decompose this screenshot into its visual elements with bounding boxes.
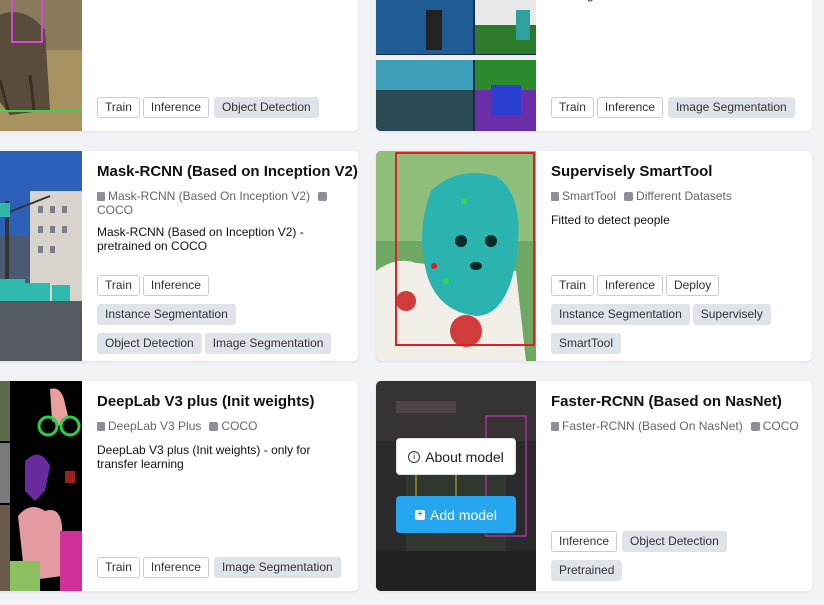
- tag-instance-segmentation[interactable]: Instance Segmentation: [551, 304, 690, 325]
- model-meta: Mask-RCNN (Based On Inception V2) COCO: [97, 189, 347, 217]
- model-card-top-right[interactable]: learning Train Inference Image Segmentat…: [376, 0, 812, 131]
- tag-pretrained[interactable]: Pretrained: [551, 560, 623, 581]
- file-icon: [97, 192, 105, 201]
- model-source-name: Mask-RCNN (Based On Inception V2): [108, 189, 311, 203]
- tag-inference[interactable]: Inference: [142, 97, 209, 118]
- about-model-label: About model: [425, 448, 504, 465]
- dataset-icon: [318, 192, 328, 201]
- tag-list: Train Inference Image Segmentation: [551, 97, 801, 118]
- model-title[interactable]: Mask-RCNN (Based on Inception V2): [97, 163, 358, 180]
- dataset-icon: [624, 192, 634, 201]
- tag-train[interactable]: Train: [97, 275, 140, 296]
- tag-instance-segmentation[interactable]: Instance Segmentation: [97, 304, 236, 325]
- model-title[interactable]: Supervisely SmartTool: [551, 163, 712, 180]
- tag-train[interactable]: Train: [551, 97, 594, 118]
- tag-deploy[interactable]: Deploy: [665, 275, 720, 296]
- file-icon: [551, 192, 559, 201]
- tag-image-segmentation[interactable]: Image Segmentation: [204, 333, 332, 354]
- tag-inference[interactable]: Inference: [596, 97, 663, 118]
- model-source-name: DeepLab V3 Plus: [108, 419, 202, 433]
- file-icon: [551, 422, 559, 431]
- model-meta: DeepLab V3 Plus COCO: [97, 419, 347, 433]
- tag-list: Train Inference Object Detection: [97, 97, 347, 118]
- add-model-label: Add model: [430, 506, 497, 523]
- model-card-top-left[interactable]: Train Inference Object Detection: [0, 0, 358, 131]
- model-thumbnail: [0, 381, 82, 591]
- dataset-icon: [209, 422, 219, 431]
- model-description: DeepLab V3 plus (Init weights) - only fo…: [97, 443, 311, 471]
- tag-inference[interactable]: Inference: [551, 531, 618, 552]
- model-thumbnail: [376, 0, 536, 131]
- tag-inference[interactable]: Inference: [142, 557, 209, 578]
- tag-object-detection[interactable]: Object Detection: [622, 531, 727, 552]
- model-description: Mask-RCNN (Based on Inception V2) - pret…: [97, 225, 304, 253]
- tag-train[interactable]: Train: [97, 97, 140, 118]
- model-meta: SmartTool Different Datasets: [551, 189, 801, 203]
- info-icon: i: [408, 450, 421, 463]
- model-thumbnail: [376, 381, 536, 591]
- tag-list: Train Inference Instance Segmentation Ob…: [97, 275, 347, 354]
- about-model-button[interactable]: i About model: [396, 438, 516, 475]
- model-dataset-name: COCO: [762, 419, 799, 433]
- model-card-smarttool[interactable]: Supervisely SmartTool SmartTool Different…: [376, 151, 812, 361]
- tag-list: Train Inference Image Segmentation: [97, 557, 347, 578]
- add-model-button[interactable]: + Add model: [396, 496, 516, 533]
- model-thumbnail: [0, 0, 82, 131]
- tag-supervisely[interactable]: Supervisely: [692, 304, 771, 325]
- model-card-nasnet[interactable]: i About model + Add model Faster-RCNN (Bas…: [376, 381, 812, 591]
- tag-train[interactable]: Train: [551, 275, 594, 296]
- model-thumbnail: [376, 151, 536, 361]
- model-meta: Faster-RCNN (Based On NasNet) COCO: [551, 419, 801, 433]
- tag-inference[interactable]: Inference: [596, 275, 663, 296]
- model-description: Fitted to detect people: [551, 213, 670, 227]
- file-icon: [97, 422, 105, 431]
- model-dataset-name: COCO: [97, 203, 133, 217]
- model-card-mask-rcnn[interactable]: Mask-RCNN (Based on Inception V2) Mask-R…: [0, 151, 358, 361]
- thumbnail-overlay: [376, 381, 536, 591]
- model-card-deeplab[interactable]: DeepLab V3 plus (Init weights) DeepLab V…: [0, 381, 358, 591]
- model-title[interactable]: Faster-RCNN (Based on NasNet): [551, 393, 782, 410]
- tag-list: Train Inference Deploy Instance Segmenta…: [551, 275, 791, 354]
- dataset-icon: [750, 422, 760, 431]
- model-thumbnail: [0, 151, 82, 361]
- tag-inference[interactable]: Inference: [142, 275, 209, 296]
- tag-object-detection[interactable]: Object Detection: [213, 97, 319, 118]
- model-source-name: Faster-RCNN (Based On NasNet): [562, 419, 743, 433]
- tag-object-detection[interactable]: Object Detection: [97, 333, 202, 354]
- model-dataset-name: Different Datasets: [636, 189, 732, 203]
- tag-smarttool[interactable]: SmartTool: [551, 333, 622, 354]
- tag-train[interactable]: Train: [97, 557, 140, 578]
- add-icon: +: [415, 509, 426, 520]
- tag-image-segmentation[interactable]: Image Segmentation: [213, 557, 341, 578]
- tag-image-segmentation[interactable]: Image Segmentation: [667, 97, 795, 118]
- model-title[interactable]: DeepLab V3 plus (Init weights): [97, 393, 315, 410]
- model-description: learning: [551, 0, 791, 2]
- tag-list: Inference Object Detection Pretrained: [551, 531, 791, 581]
- model-dataset-name: COCO: [221, 419, 258, 433]
- model-source-name: SmartTool: [562, 189, 617, 203]
